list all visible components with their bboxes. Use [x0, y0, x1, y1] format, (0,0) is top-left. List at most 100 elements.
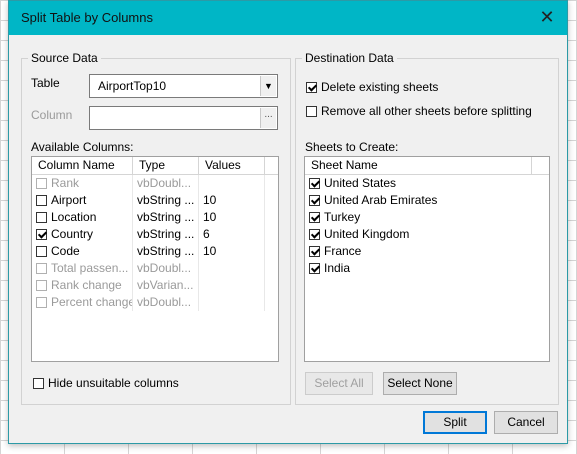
hide-unsuitable-checkbox[interactable]	[33, 378, 44, 389]
table-row[interactable]: Rank vbDoubl...	[32, 175, 278, 192]
sheet-name-cell[interactable]: United Arab Emirates	[305, 192, 532, 209]
hide-unsuitable-option[interactable]: Hide unsuitable columns	[33, 376, 179, 390]
hide-unsuitable-label: Hide unsuitable columns	[48, 376, 179, 390]
values-cell: 10	[199, 209, 265, 226]
sheet-checkbox[interactable]	[309, 263, 320, 274]
values-cell	[199, 294, 265, 311]
column-name-cell[interactable]: Percent change	[32, 294, 133, 311]
values-cell: 10	[199, 192, 265, 209]
table-row[interactable]: Country vbString ... 6	[32, 226, 278, 243]
type-cell: vbString ...	[133, 243, 199, 260]
column-label: Column	[31, 108, 73, 122]
column-name-header[interactable]: Column Name	[32, 157, 133, 174]
chevron-down-icon[interactable]: ▼	[260, 76, 276, 96]
table-row[interactable]: Percent change vbDoubl...	[32, 294, 278, 311]
column-name-cell[interactable]: Code	[32, 243, 133, 260]
sheet-name-cell[interactable]: India	[305, 260, 532, 277]
remove-others-label: Remove all other sheets before splitting	[321, 104, 532, 118]
split-table-dialog: Split Table by Columns ✕ Source Data Tab…	[8, 0, 568, 444]
values-cell	[199, 277, 265, 294]
column-name-cell[interactable]: Rank	[32, 175, 133, 192]
values-cell: 6	[199, 226, 265, 243]
column-checkbox[interactable]	[36, 280, 47, 291]
list-item[interactable]: France	[305, 243, 549, 260]
column-checkbox[interactable]	[36, 263, 47, 274]
sheet-name-cell[interactable]: United Kingdom	[305, 226, 532, 243]
type-cell: vbDoubl...	[133, 175, 199, 192]
sheet-checkbox[interactable]	[309, 229, 320, 240]
sheet-name-text: France	[324, 244, 362, 258]
column-checkbox[interactable]	[36, 297, 47, 308]
delete-existing-checkbox[interactable]	[306, 82, 317, 93]
close-icon[interactable]: ✕	[537, 7, 557, 27]
list-item[interactable]: United States	[305, 175, 549, 192]
values-header[interactable]: Values	[199, 157, 265, 174]
available-columns-list[interactable]: Column Name Type Values Rank vbDoubl... Ai…	[31, 156, 279, 362]
column-name-text: Airport	[51, 193, 87, 207]
column-field[interactable]: ...	[89, 106, 278, 130]
table-label: Table	[31, 76, 60, 90]
type-cell: vbDoubl...	[133, 294, 199, 311]
column-name-cell[interactable]: Airport	[32, 192, 133, 209]
column-name-text: Code	[51, 244, 80, 258]
list-item[interactable]: Turkey	[305, 209, 549, 226]
column-name-cell[interactable]: Rank change	[32, 277, 133, 294]
column-checkbox[interactable]	[36, 195, 47, 206]
table-row[interactable]: Location vbString ... 10	[32, 209, 278, 226]
type-cell: vbString ...	[133, 192, 199, 209]
column-name-text: Total passen...	[51, 261, 129, 275]
column-name-text: Rank change	[51, 278, 122, 292]
column-checkbox[interactable]	[36, 178, 47, 189]
type-header[interactable]: Type	[133, 157, 199, 174]
column-checkbox[interactable]	[36, 212, 47, 223]
columns-header: Column Name Type Values	[32, 157, 278, 175]
ellipsis-button[interactable]: ...	[260, 108, 276, 128]
list-item[interactable]: United Kingdom	[305, 226, 549, 243]
table-row[interactable]: Rank change vbVarian...	[32, 277, 278, 294]
title-bar[interactable]: Split Table by Columns ✕	[9, 1, 567, 35]
sheet-checkbox[interactable]	[309, 178, 320, 189]
type-cell: vbString ...	[133, 209, 199, 226]
column-name-text: Percent change	[51, 295, 133, 309]
table-row[interactable]: Total passen... vbDoubl...	[32, 260, 278, 277]
column-checkbox[interactable]	[36, 246, 47, 257]
sheet-name-text: United Kingdom	[324, 227, 410, 241]
column-name-text: Location	[51, 210, 97, 224]
column-name-cell[interactable]: Country	[32, 226, 133, 243]
table-row[interactable]: Code vbString ... 10	[32, 243, 278, 260]
cancel-button[interactable]: Cancel	[494, 411, 558, 434]
sheet-name-cell[interactable]: United States	[305, 175, 532, 192]
table-select[interactable]: AirportTop10 ▼	[89, 74, 278, 98]
source-data-legend: Source Data	[31, 51, 98, 65]
column-name-cell[interactable]: Total passen...	[32, 260, 133, 277]
type-cell: vbDoubl...	[133, 260, 199, 277]
remove-others-option[interactable]: Remove all other sheets before splitting	[306, 104, 532, 118]
sheet-name-text: United States	[324, 176, 397, 190]
destination-data-legend: Destination Data	[305, 51, 394, 65]
sheet-checkbox[interactable]	[309, 246, 320, 257]
select-none-button[interactable]: Select None	[383, 372, 457, 395]
sheet-name-cell[interactable]: France	[305, 243, 532, 260]
column-name-cell[interactable]: Location	[32, 209, 133, 226]
sheet-name-cell[interactable]: Turkey	[305, 209, 532, 226]
type-cell: vbString ...	[133, 226, 199, 243]
sheets-list[interactable]: Sheet Name United States United Arab Emir…	[304, 156, 550, 362]
delete-existing-option[interactable]: Delete existing sheets	[306, 80, 438, 94]
values-cell: 10	[199, 243, 265, 260]
column-name-text: Rank	[51, 176, 80, 190]
list-item[interactable]: United Arab Emirates	[305, 192, 549, 209]
sheets-to-create-label: Sheets to Create:	[305, 140, 399, 154]
sheet-name-text: Turkey	[324, 210, 361, 224]
sheet-checkbox[interactable]	[309, 212, 320, 223]
remove-others-checkbox[interactable]	[306, 106, 317, 117]
table-row[interactable]: Airport vbString ... 10	[32, 192, 278, 209]
values-cell	[199, 175, 265, 192]
table-select-value: AirportTop10	[98, 79, 167, 93]
select-all-button[interactable]: Select All	[305, 372, 373, 395]
sheet-name-header[interactable]: Sheet Name	[305, 157, 532, 174]
delete-existing-label: Delete existing sheets	[321, 80, 439, 94]
list-item[interactable]: India	[305, 260, 549, 277]
column-checkbox[interactable]	[36, 229, 47, 240]
split-button[interactable]: Split	[423, 411, 487, 434]
sheet-checkbox[interactable]	[309, 195, 320, 206]
